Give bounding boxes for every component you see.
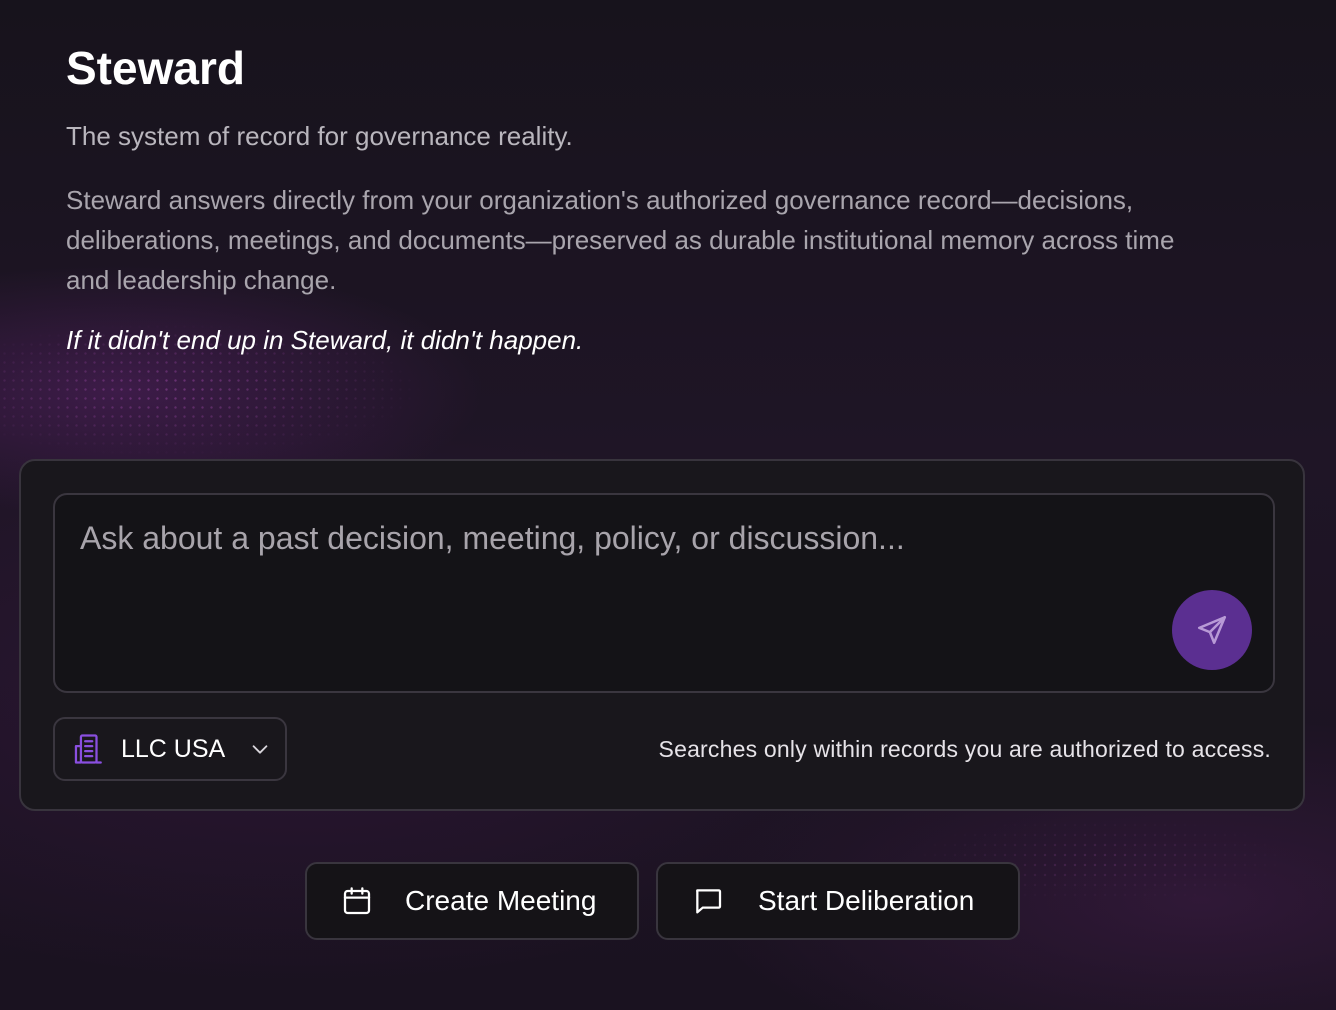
organization-label: LLC USA	[121, 734, 226, 763]
create-meeting-button[interactable]: Create Meeting	[305, 862, 639, 940]
organization-select[interactable]: LLC USA	[53, 717, 287, 781]
message-square-icon	[696, 889, 722, 914]
start-deliberation-label: Start Deliberation	[758, 885, 975, 916]
hero-section: Steward The system of record for governa…	[66, 40, 1266, 358]
query-box	[53, 493, 1275, 693]
send-button[interactable]	[1172, 590, 1252, 670]
start-deliberation-button[interactable]: Start Deliberation	[656, 862, 1020, 940]
app-description: Steward answers directly from your organ…	[66, 185, 1175, 295]
send-icon	[1197, 615, 1227, 645]
app-tagline: If it didn't end up in Steward, it didn'…	[66, 325, 584, 355]
authorization-note: Searches only within records you are aut…	[658, 736, 1271, 762]
query-input[interactable]	[55, 495, 1273, 691]
app-title: Steward	[66, 42, 245, 94]
chevron-down-icon	[249, 738, 271, 760]
calendar-icon	[343, 887, 371, 915]
building-icon	[74, 734, 102, 764]
app-subtitle: The system of record for governance real…	[66, 121, 573, 151]
query-panel: LLC USA Searches only within records you…	[19, 459, 1305, 811]
create-meeting-label: Create Meeting	[405, 885, 597, 916]
